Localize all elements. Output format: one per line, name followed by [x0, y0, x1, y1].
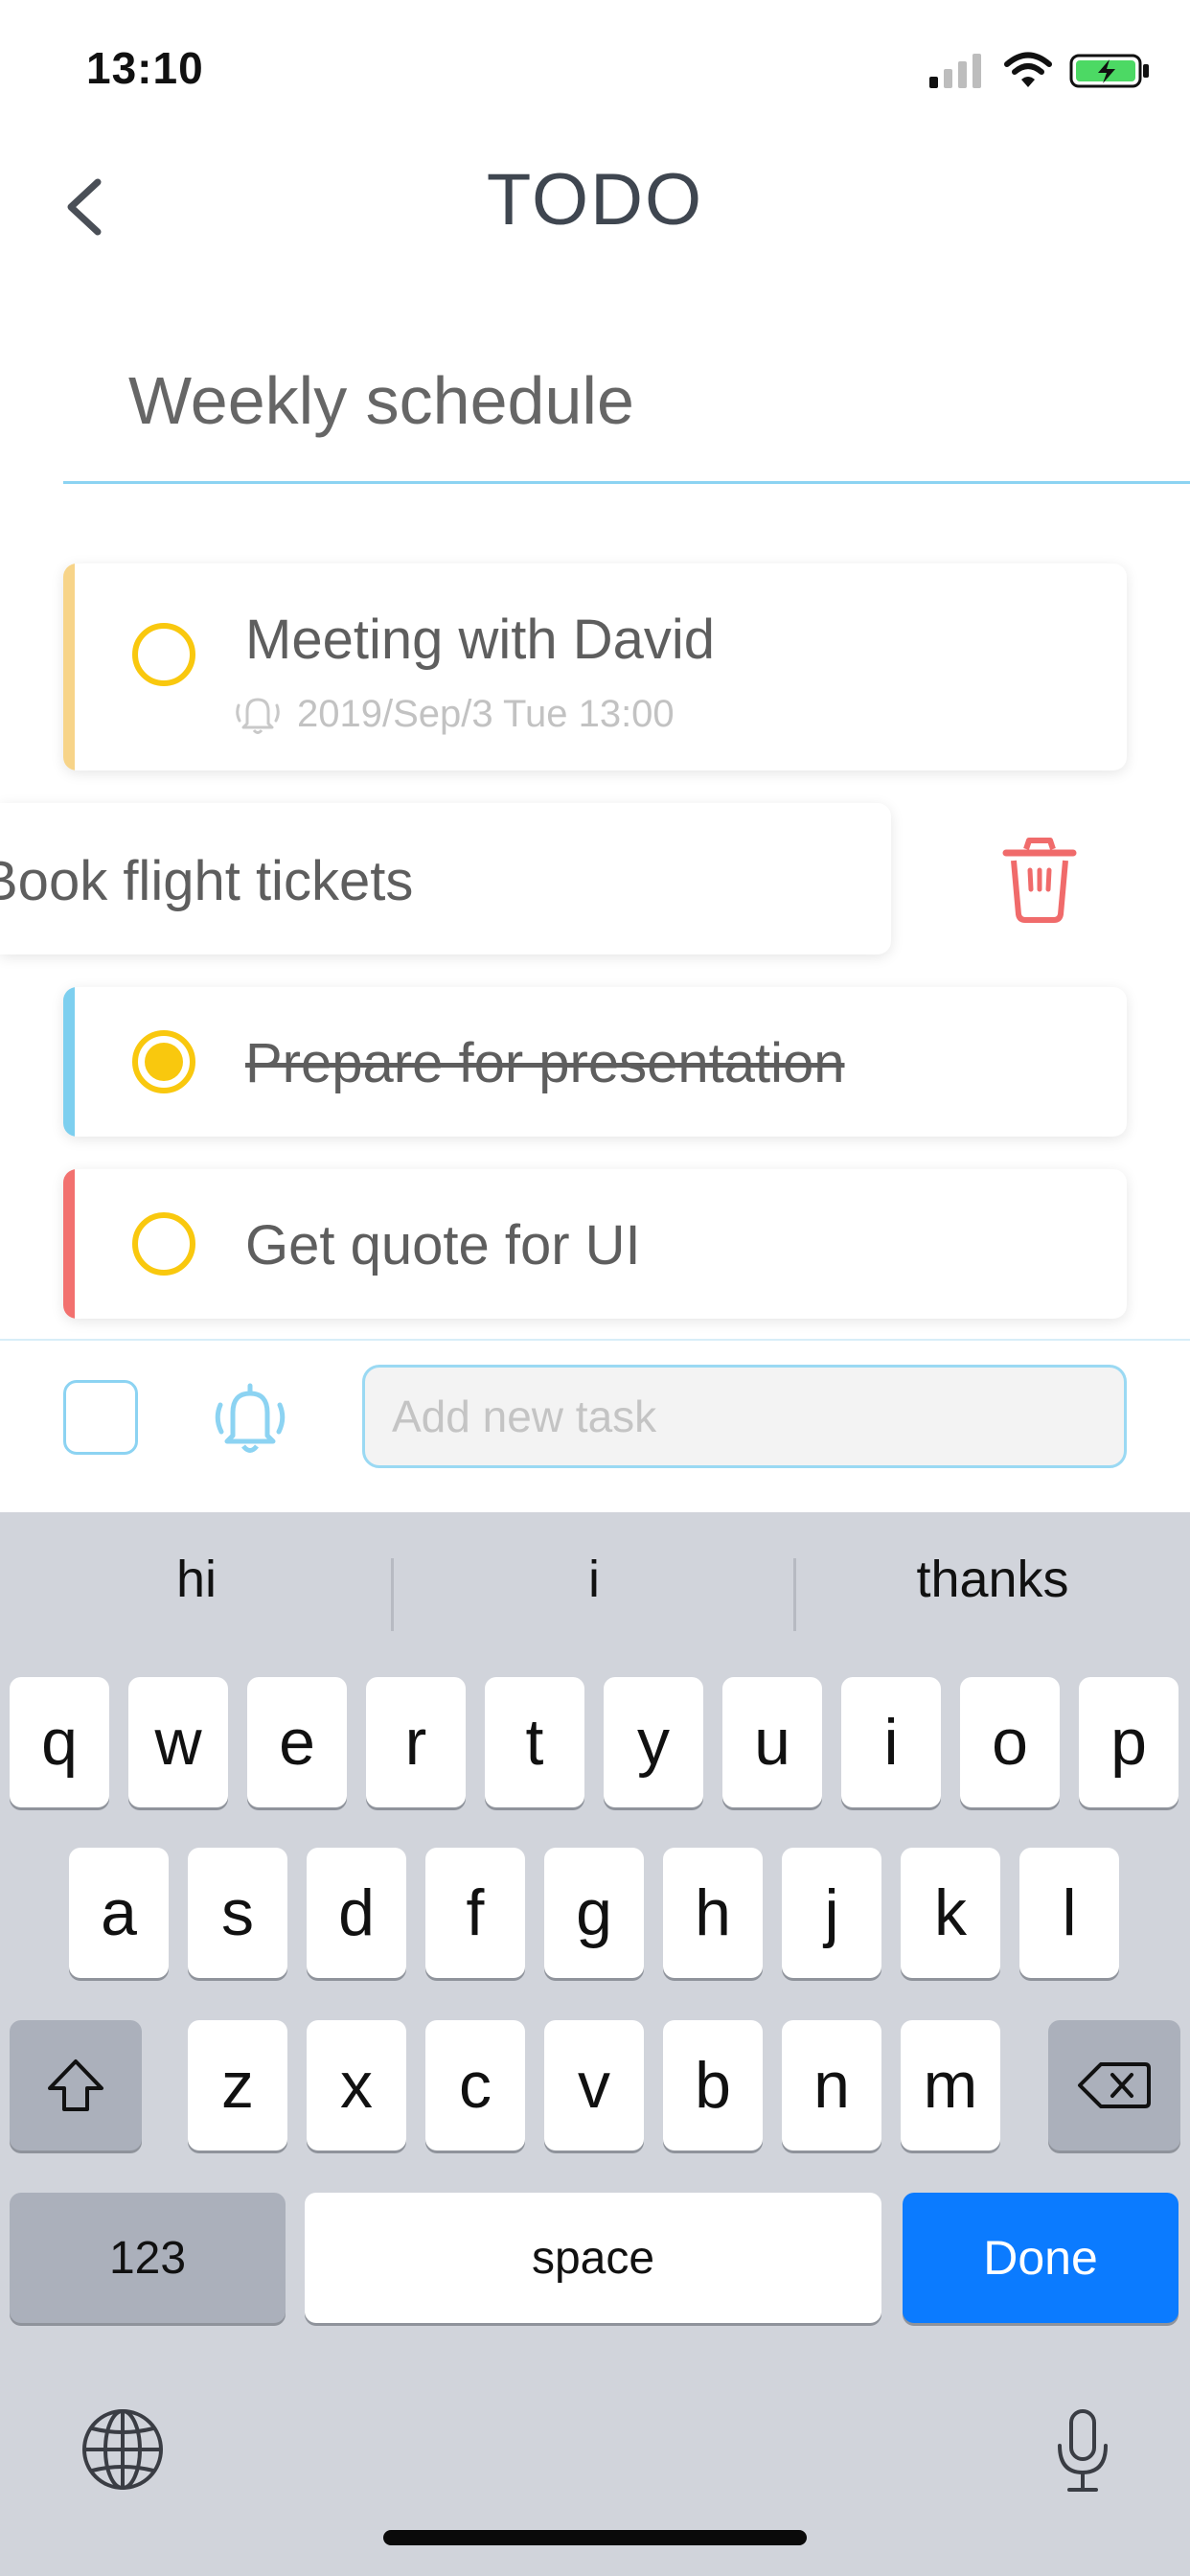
- key-d[interactable]: d: [307, 1848, 406, 1978]
- task-card-swiped[interactable]: Book flight tickets: [0, 803, 891, 954]
- battery-charging-icon: [1069, 54, 1149, 88]
- key-f[interactable]: f: [425, 1848, 525, 1978]
- key-p[interactable]: p: [1079, 1677, 1179, 1807]
- task-card[interactable]: Prepare for presentation: [63, 987, 1127, 1137]
- bell-icon: [236, 698, 280, 734]
- key-h[interactable]: h: [663, 1848, 763, 1978]
- task-card[interactable]: Meeting with David 2019/Sep/3 Tue 13:00: [63, 564, 1127, 770]
- key-s[interactable]: s: [188, 1848, 287, 1978]
- key-q[interactable]: q: [10, 1677, 109, 1807]
- key-m[interactable]: m: [901, 2020, 1000, 2150]
- task-title: Book flight tickets: [0, 850, 414, 912]
- key-n[interactable]: n: [782, 2020, 881, 2150]
- key-i[interactable]: i: [841, 1677, 941, 1807]
- reminder-bell-icon[interactable]: [209, 1378, 291, 1460]
- new-task-checkbox[interactable]: [63, 1380, 138, 1455]
- status-icons: [929, 50, 1152, 92]
- key-j[interactable]: j: [782, 1848, 881, 1978]
- trash-icon[interactable]: [1000, 836, 1079, 924]
- key-e[interactable]: e: [247, 1677, 347, 1807]
- task-color-bar: [63, 1169, 75, 1319]
- backspace-key[interactable]: [1048, 2020, 1180, 2150]
- suggestion-1[interactable]: hi: [0, 1531, 393, 1627]
- suggestion-3[interactable]: thanks: [795, 1531, 1190, 1627]
- reminder-datetime: 2019/Sep/3 Tue 13:00: [297, 692, 675, 735]
- key-c[interactable]: c: [425, 2020, 525, 2150]
- numbers-key[interactable]: 123: [10, 2193, 286, 2323]
- key-t[interactable]: t: [485, 1677, 584, 1807]
- task-reminder: 2019/Sep/3 Tue 13:00: [234, 692, 675, 736]
- home-indicator: [383, 2530, 807, 2545]
- microphone-icon[interactable]: [1052, 2407, 1113, 2496]
- key-o[interactable]: o: [960, 1677, 1060, 1807]
- page-title: TODO: [486, 159, 704, 241]
- suggestion-2[interactable]: i: [393, 1531, 795, 1627]
- task-color-bar: [63, 564, 75, 770]
- key-z[interactable]: z: [188, 2020, 287, 2150]
- task-title: Prepare for presentation: [245, 1032, 845, 1094]
- key-k[interactable]: k: [901, 1848, 1000, 1978]
- globe-icon[interactable]: [79, 2405, 167, 2494]
- shift-arrow-icon: [48, 2059, 103, 2111]
- check-dot: [145, 1043, 183, 1081]
- task-checkbox[interactable]: [132, 623, 195, 686]
- key-x[interactable]: x: [307, 2020, 406, 2150]
- new-task-input[interactable]: [362, 1365, 1127, 1468]
- key-w[interactable]: w: [128, 1677, 228, 1807]
- wifi-icon: [1004, 52, 1052, 87]
- key-g[interactable]: g: [544, 1848, 644, 1978]
- task-color-bar: [63, 987, 75, 1137]
- cellular-signal-icon: [929, 54, 981, 88]
- key-a[interactable]: a: [69, 1848, 169, 1978]
- task-title: Meeting with David: [245, 609, 715, 671]
- key-v[interactable]: v: [544, 2020, 644, 2150]
- shift-key[interactable]: [10, 2020, 142, 2150]
- key-y[interactable]: y: [604, 1677, 703, 1807]
- status-time: 13:10: [86, 43, 204, 93]
- task-checkbox-checked[interactable]: [132, 1030, 195, 1093]
- key-l[interactable]: l: [1019, 1848, 1119, 1978]
- task-card[interactable]: Get quote for UI: [63, 1169, 1127, 1319]
- done-key[interactable]: Done: [903, 2193, 1179, 2323]
- task-title: Get quote for UI: [245, 1214, 641, 1276]
- task-checkbox[interactable]: [132, 1212, 195, 1276]
- input-bar-divider: [0, 1339, 1190, 1341]
- key-r[interactable]: r: [366, 1677, 466, 1807]
- list-title[interactable]: Weekly schedule: [128, 362, 634, 439]
- title-underline: [63, 481, 1190, 484]
- backspace-icon: [1078, 2062, 1151, 2108]
- space-key[interactable]: space: [305, 2193, 881, 2323]
- key-b[interactable]: b: [663, 2020, 763, 2150]
- key-u[interactable]: u: [722, 1677, 822, 1807]
